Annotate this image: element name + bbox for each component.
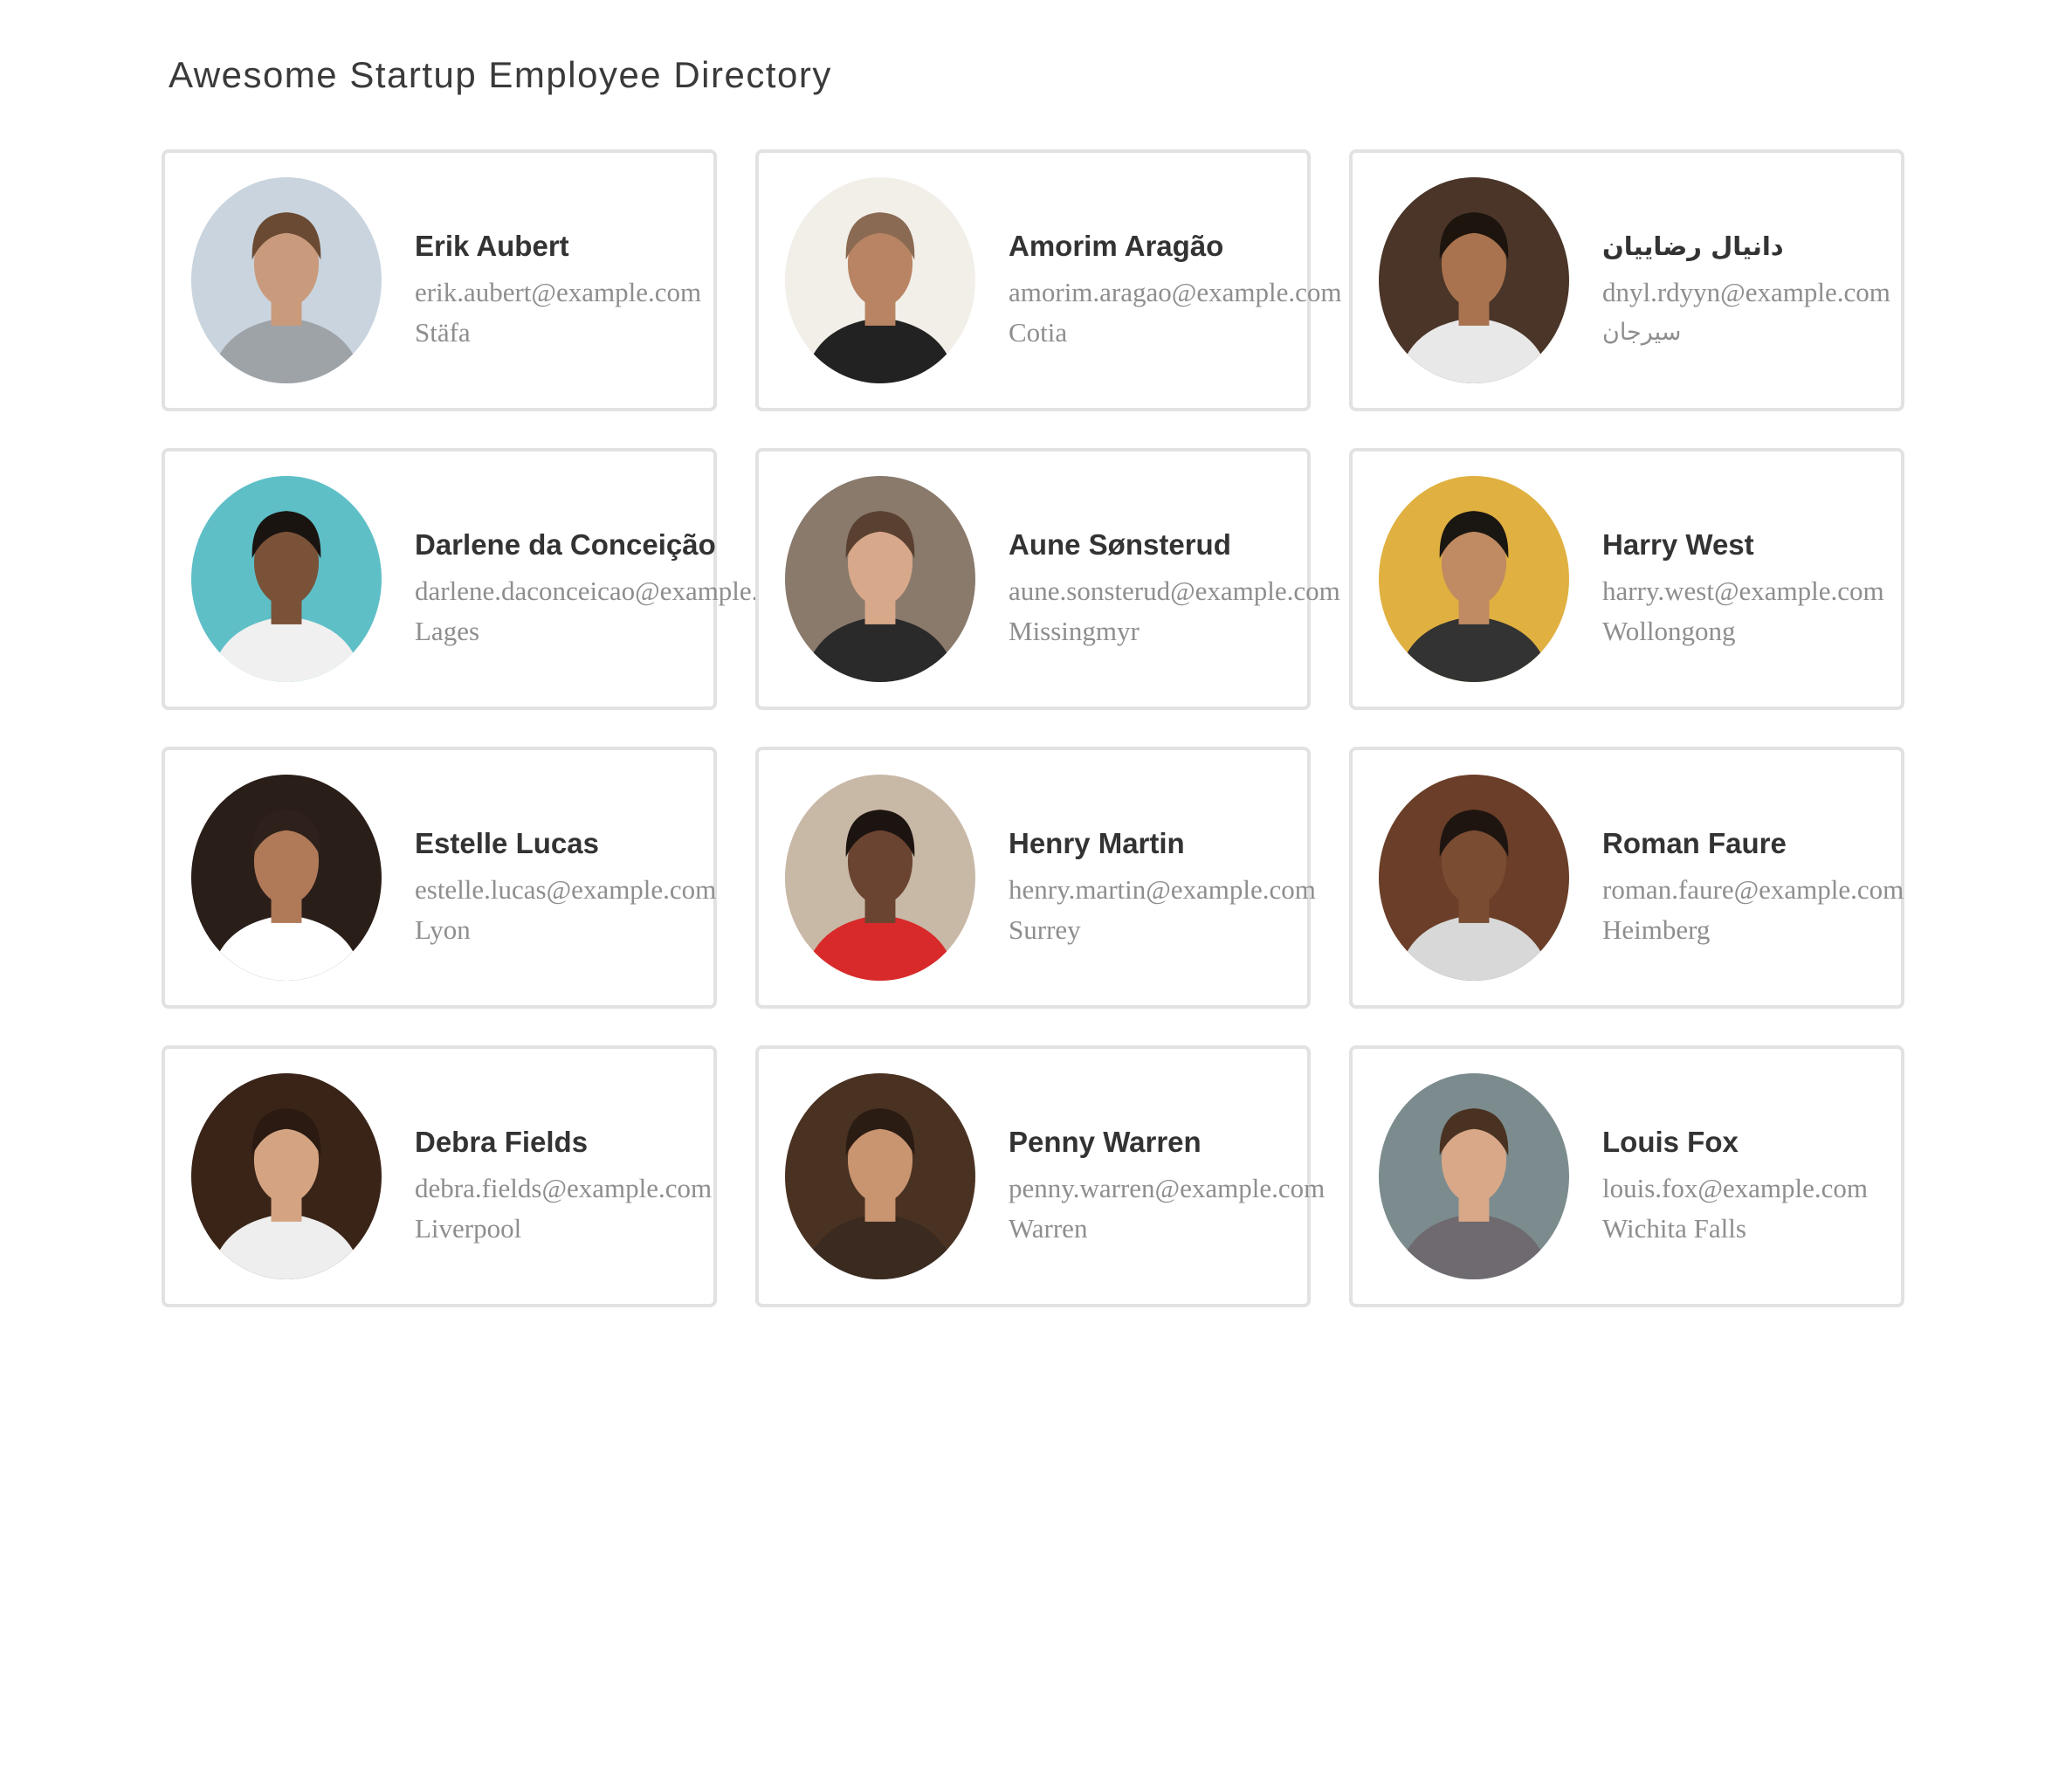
avatar bbox=[785, 177, 975, 383]
avatar bbox=[1379, 177, 1569, 383]
avatar bbox=[191, 177, 382, 383]
employee-email: dnyl.rdyyn@example.com bbox=[1602, 277, 1890, 307]
employee-card[interactable]: Henry Martin henry.martin@example.com Su… bbox=[755, 747, 1316, 1009]
page-title: Awesome Startup Employee Directory bbox=[169, 54, 832, 95]
employee-location: Wichita Falls bbox=[1602, 1213, 1746, 1244]
employee-info: Penny Warren penny.warren@example.com Wa… bbox=[1009, 1126, 1325, 1246]
employee-info: Harry West harry.west@example.com Wollon… bbox=[1602, 528, 1884, 649]
employee-name: Henry Martin bbox=[1009, 827, 1185, 859]
employee-name: Estelle Lucas bbox=[415, 827, 599, 859]
employee-info: Amorim Aragão amorim.aragao@example.com … bbox=[1009, 230, 1341, 350]
person-photo-icon bbox=[785, 177, 975, 383]
employee-card[interactable]: Debra Fields debra.fields@example.com Li… bbox=[162, 1045, 717, 1307]
employee-name: Aune Sønsterud bbox=[1009, 528, 1231, 561]
avatar bbox=[785, 775, 975, 981]
person-photo-icon bbox=[191, 1073, 382, 1279]
employee-card[interactable]: دانيال رضاييان dnyl.rdyyn@example.com سي… bbox=[1349, 149, 1904, 411]
employee-email: amorim.aragao@example.com bbox=[1009, 277, 1342, 307]
employee-location: Cotia bbox=[1009, 317, 1068, 348]
employee-email: roman.faure@example.com bbox=[1602, 874, 1904, 905]
employee-name: Penny Warren bbox=[1009, 1126, 1202, 1158]
employee-name: Debra Fields bbox=[415, 1126, 589, 1158]
avatar bbox=[191, 476, 382, 682]
employee-card[interactable]: Estelle Lucas estelle.lucas@example.com … bbox=[162, 747, 717, 1009]
employee-name: Darlene da Conceição bbox=[415, 528, 716, 561]
employee-name: دانيال رضاييان bbox=[1602, 231, 1784, 261]
person-photo-icon bbox=[1379, 1073, 1569, 1279]
employee-email: aune.sonsterud@example.com bbox=[1009, 576, 1340, 606]
employee-card[interactable]: Harry West harry.west@example.com Wollon… bbox=[1349, 448, 1904, 710]
employee-email: debra.fields@example.com bbox=[415, 1173, 713, 1203]
person-photo-icon bbox=[1379, 177, 1569, 383]
person-photo-icon bbox=[191, 177, 382, 383]
employee-info: Aune Sønsterud aune.sonsterud@example.co… bbox=[1009, 528, 1340, 649]
employee-location: Lyon bbox=[415, 914, 471, 945]
employee-info: دانيال رضاييان dnyl.rdyyn@example.com سي… bbox=[1602, 230, 1890, 350]
person-photo-icon bbox=[1379, 775, 1569, 981]
employee-info: Roman Faure roman.faure@example.com Heim… bbox=[1602, 827, 1904, 948]
avatar bbox=[191, 775, 382, 981]
employee-info: Henry Martin henry.martin@example.com Su… bbox=[1009, 827, 1316, 948]
avatar bbox=[1379, 1073, 1569, 1279]
employee-info: Estelle Lucas estelle.lucas@example.com … bbox=[415, 827, 716, 948]
employee-location: سيرجان bbox=[1602, 319, 1682, 346]
employee-card[interactable]: Erik Aubert erik.aubert@example.com Stäf… bbox=[162, 149, 717, 411]
employee-name: Harry West bbox=[1602, 528, 1754, 561]
employee-location: Surrey bbox=[1009, 914, 1081, 945]
avatar bbox=[785, 1073, 975, 1279]
employee-info: Erik Aubert erik.aubert@example.com Stäf… bbox=[415, 230, 701, 350]
employee-email: erik.aubert@example.com bbox=[415, 277, 702, 307]
employee-name: Erik Aubert bbox=[415, 230, 569, 262]
employee-grid: Erik Aubert erik.aubert@example.com Stäf… bbox=[162, 149, 1904, 1307]
employee-location: Warren bbox=[1009, 1213, 1088, 1244]
employee-info: Louis Fox louis.fox@example.com Wichita … bbox=[1602, 1126, 1868, 1246]
person-photo-icon bbox=[1379, 476, 1569, 682]
person-photo-icon bbox=[785, 775, 975, 981]
employee-name: Amorim Aragão bbox=[1009, 230, 1224, 262]
avatar bbox=[1379, 775, 1569, 981]
employee-info: Darlene da Conceição darlene.daconceicao… bbox=[415, 528, 805, 649]
person-photo-icon bbox=[785, 476, 975, 682]
person-photo-icon bbox=[191, 476, 382, 682]
employee-location: Liverpool bbox=[415, 1213, 522, 1244]
employee-location: Wollongong bbox=[1602, 616, 1736, 646]
employee-card[interactable]: Penny Warren penny.warren@example.com Wa… bbox=[755, 1045, 1325, 1307]
employee-email: darlene.daconceicao@example.com bbox=[415, 576, 805, 606]
employee-location: Lages bbox=[415, 616, 480, 646]
employee-email: henry.martin@example.com bbox=[1009, 874, 1316, 905]
employee-card[interactable]: Aune Sønsterud aune.sonsterud@example.co… bbox=[755, 448, 1340, 710]
employee-card[interactable]: Amorim Aragão amorim.aragao@example.com … bbox=[755, 149, 1341, 411]
person-photo-icon bbox=[191, 775, 382, 981]
employee-location: Stäfa bbox=[415, 317, 471, 348]
employee-location: Heimberg bbox=[1602, 914, 1711, 945]
employee-location: Missingmyr bbox=[1009, 616, 1140, 646]
avatar bbox=[785, 476, 975, 682]
employee-name: Roman Faure bbox=[1602, 827, 1787, 859]
employee-email: louis.fox@example.com bbox=[1602, 1173, 1869, 1203]
employee-card[interactable]: Darlene da Conceição darlene.daconceicao… bbox=[162, 448, 805, 710]
employee-email: harry.west@example.com bbox=[1602, 576, 1884, 606]
person-photo-icon bbox=[785, 1073, 975, 1279]
employee-email: estelle.lucas@example.com bbox=[415, 874, 717, 905]
employee-name: Louis Fox bbox=[1602, 1126, 1739, 1158]
employee-card[interactable]: Roman Faure roman.faure@example.com Heim… bbox=[1349, 747, 1904, 1009]
avatar bbox=[1379, 476, 1569, 682]
employee-info: Debra Fields debra.fields@example.com Li… bbox=[415, 1126, 712, 1246]
employee-email: penny.warren@example.com bbox=[1009, 1173, 1326, 1203]
avatar bbox=[191, 1073, 382, 1279]
employee-card[interactable]: Louis Fox louis.fox@example.com Wichita … bbox=[1349, 1045, 1904, 1307]
